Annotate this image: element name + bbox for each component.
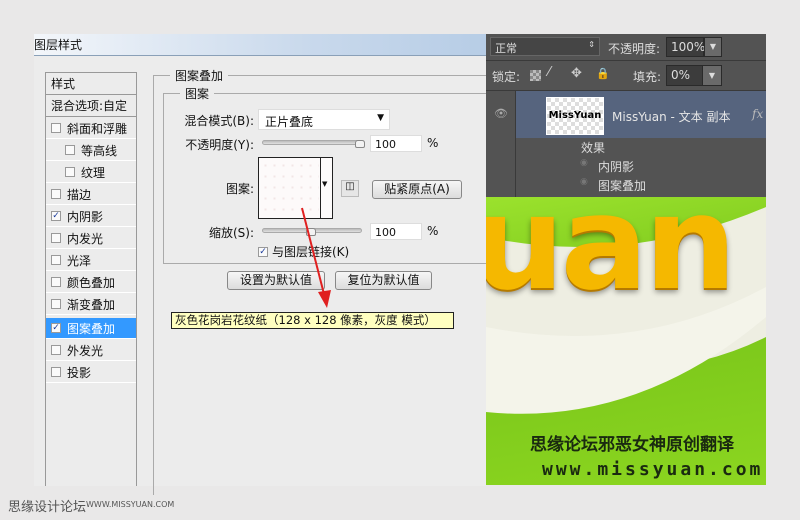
footer-site: 思缘设计论坛	[8, 500, 87, 515]
red-arrow	[301, 207, 331, 308]
footer-url[interactable]: WWW.MISSYUAN.COM	[86, 500, 174, 509]
